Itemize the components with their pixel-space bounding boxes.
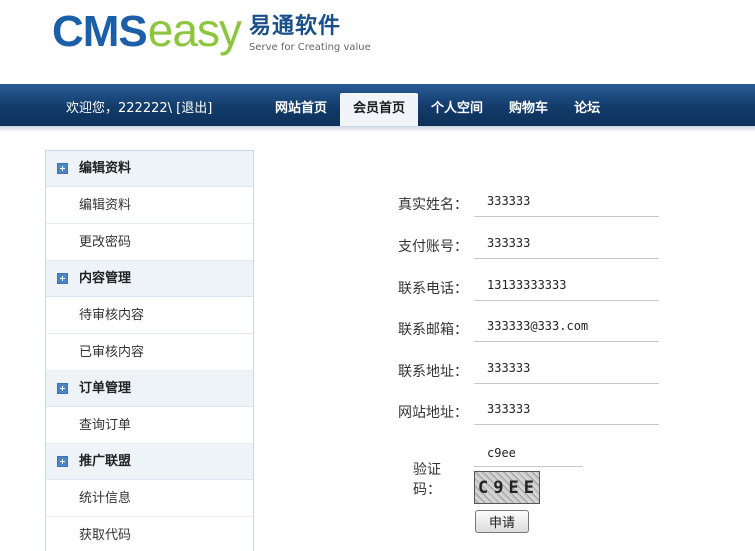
- logo-slogan: Serve for Creating value: [248, 42, 371, 53]
- payment-account-label: 支付账号：: [398, 239, 468, 255]
- logout-link[interactable]: 退出: [181, 101, 207, 116]
- site-logo[interactable]: CMS easy 易通软件 Serve for Creating value: [52, 4, 371, 64]
- logo-chinese-name: 易通软件: [248, 14, 341, 39]
- nav-home[interactable]: 网站首页: [262, 93, 340, 128]
- expand-plus-icon[interactable]: [57, 163, 68, 174]
- payment-account-input[interactable]: [474, 228, 659, 259]
- email-label: 联系邮箱：: [398, 322, 468, 338]
- welcome-suffix: ]: [207, 101, 213, 116]
- real-name-input[interactable]: [474, 186, 659, 217]
- sidebar-group-title: 编辑资料: [79, 160, 132, 176]
- sidebar-group-title: 内容管理: [79, 270, 132, 286]
- form-row-real-name: 真实姓名：: [395, 186, 665, 217]
- top-navbar: 欢迎您，222222\ [退出] 网站首页 会员首页 个人空间 购物车 论坛: [0, 84, 755, 128]
- sidebar-item-approved-content[interactable]: 已审核内容: [46, 334, 253, 371]
- sidebar-group-content[interactable]: 内容管理: [46, 261, 253, 297]
- sidebar-group-title: 订单管理: [79, 380, 132, 396]
- sidebar-group-affiliate[interactable]: 推广联盟: [46, 444, 253, 480]
- logo-brand: 易通软件 Serve for Creating value: [249, 14, 371, 54]
- address-input[interactable]: [474, 353, 659, 384]
- sidebar-item-get-code[interactable]: 获取代码: [46, 517, 253, 551]
- logo-cms-text: CMS: [52, 7, 148, 56]
- expand-plus-icon[interactable]: [57, 383, 68, 394]
- phone-input[interactable]: [474, 270, 659, 301]
- sidebar-item-statistics[interactable]: 统计信息: [46, 480, 253, 517]
- sidebar-group-orders[interactable]: 订单管理: [46, 371, 253, 407]
- nav-forum[interactable]: 论坛: [561, 93, 613, 128]
- form-row-website: 网站地址：: [395, 394, 665, 425]
- form-row-address: 联系地址：: [395, 353, 665, 384]
- welcome-prefix: 欢迎您，222222\ [: [66, 101, 182, 116]
- main-nav: 网站首页 会员首页 个人空间 购物车 论坛: [262, 93, 613, 128]
- member-sidebar: 编辑资料 编辑资料 更改密码 内容管理 待审核内容 已审核内容 订单管理 查询订…: [45, 150, 254, 551]
- nav-member-home[interactable]: 会员首页: [340, 93, 419, 128]
- form-row-payment-account: 支付账号：: [395, 228, 665, 259]
- nav-personal-space[interactable]: 个人空间: [418, 93, 496, 128]
- sidebar-item-query-orders[interactable]: 查询订单: [46, 407, 253, 444]
- sidebar-item-change-password[interactable]: 更改密码: [46, 224, 253, 261]
- navbar-shadow: [0, 126, 755, 132]
- captcha-input[interactable]: [474, 440, 583, 467]
- captcha-image[interactable]: C9EE: [474, 471, 540, 504]
- real-name-label: 真实姓名：: [398, 197, 468, 213]
- apply-button[interactable]: 申请: [475, 510, 529, 533]
- website-label: 网站地址：: [398, 405, 468, 421]
- phone-label: 联系电话：: [398, 281, 468, 297]
- form-row-email: 联系邮箱：: [395, 311, 665, 342]
- sidebar-group-title: 推广联盟: [79, 453, 132, 469]
- address-label: 联系地址：: [398, 364, 468, 380]
- logo-easy-text: easy: [147, 4, 242, 56]
- nav-cart[interactable]: 购物车: [496, 93, 561, 128]
- website-input[interactable]: [474, 394, 659, 425]
- email-input[interactable]: [474, 311, 659, 342]
- expand-plus-icon[interactable]: [57, 456, 68, 467]
- captcha-image-text: C9EE: [478, 478, 539, 498]
- sidebar-item-edit-profile[interactable]: 编辑资料: [46, 187, 253, 224]
- welcome-message: 欢迎您，222222\ [退出]: [66, 84, 212, 128]
- expand-plus-icon[interactable]: [57, 273, 68, 284]
- sidebar-group-edit-profile[interactable]: 编辑资料: [46, 151, 253, 187]
- form-row-phone: 联系电话：: [395, 270, 665, 301]
- sidebar-item-pending-content[interactable]: 待审核内容: [46, 297, 253, 334]
- captcha-label: 验证码：: [413, 462, 441, 498]
